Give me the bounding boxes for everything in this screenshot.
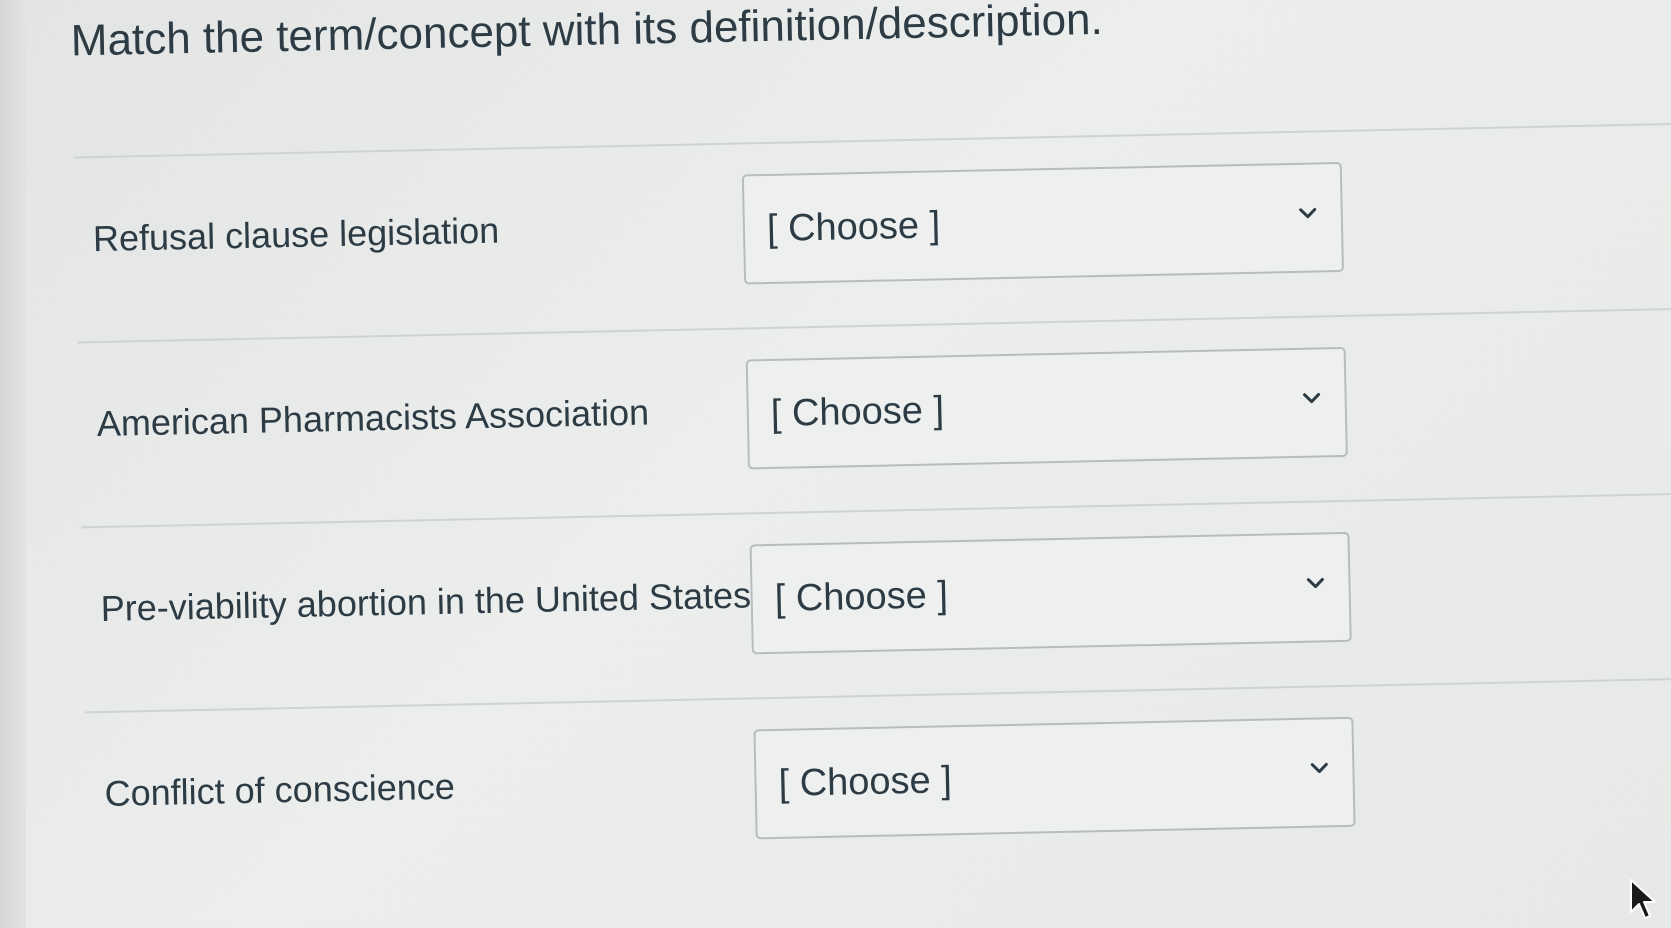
quiz-question: Match the term/concept with its definiti… <box>0 0 1671 928</box>
chevron-down-icon <box>1303 392 1321 404</box>
dropdown-selected-value: [ Choose ] <box>766 204 941 250</box>
dropdown-selected-value: [ Choose ] <box>778 759 953 805</box>
answer-dropdown[interactable]: [ Choose ] <box>745 346 1348 470</box>
term-label: Conflict of conscience <box>104 765 456 814</box>
dropdown-selected-value: [ Choose ] <box>774 574 949 620</box>
mouse-cursor-icon <box>1630 879 1656 919</box>
row-divider <box>73 122 1671 159</box>
answer-dropdown[interactable]: [ Choose ] <box>749 531 1352 655</box>
match-row-2: American Pharmacists Association [ Choos… <box>96 342 1598 489</box>
match-row-1: Refusal clause legislation [ Choose ] <box>92 157 1594 304</box>
question-title: Match the term/concept with its definiti… <box>70 0 1104 66</box>
answer-dropdown[interactable]: [ Choose ] <box>741 161 1344 285</box>
row-divider <box>77 307 1671 344</box>
row-divider <box>81 492 1671 529</box>
term-label: American Pharmacists Association <box>96 391 650 445</box>
match-row-3: Pre-viability abortion in the United Sta… <box>100 527 1602 674</box>
match-row-4: Conflict of conscience [ Choose ] <box>104 712 1606 859</box>
dropdown-selected-value: [ Choose ] <box>770 389 945 435</box>
term-label: Pre-viability abortion in the United Sta… <box>100 574 752 630</box>
chevron-down-icon <box>1306 577 1324 589</box>
chevron-down-icon <box>1310 762 1328 774</box>
term-label: Refusal clause legislation <box>92 209 500 260</box>
answer-dropdown[interactable]: [ Choose ] <box>753 716 1356 840</box>
chevron-down-icon <box>1299 208 1317 219</box>
row-divider <box>84 677 1671 714</box>
